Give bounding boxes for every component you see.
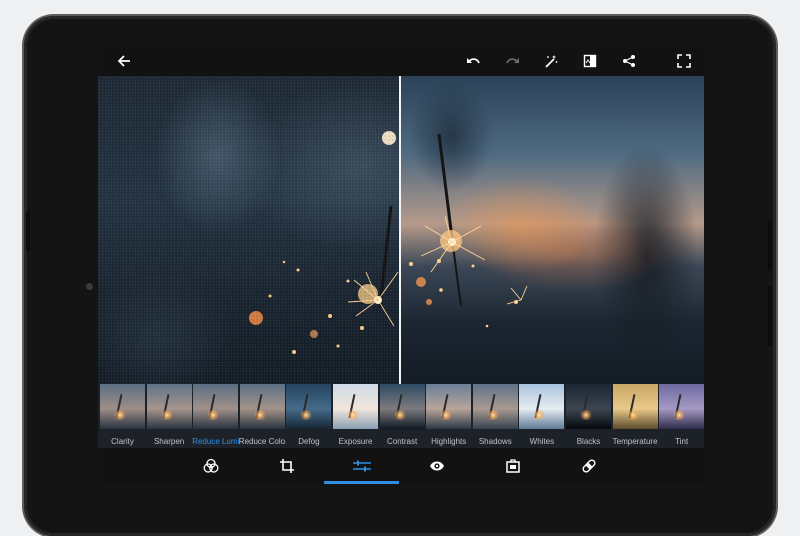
filmstrip-thumb[interactable] [612, 384, 658, 429]
sparkler-glow [159, 410, 174, 420]
sparkler-glow [439, 410, 454, 420]
sparkler-glow [485, 410, 500, 420]
filmstrip-label[interactable]: Tint [658, 437, 704, 446]
filmstrip-label[interactable]: Blacks [565, 437, 612, 446]
filmstrip-thumb[interactable] [426, 384, 472, 429]
sparkler-glow [206, 410, 221, 420]
filmstrip-label[interactable]: Temperature [612, 437, 659, 446]
sparkler-glow [299, 410, 314, 420]
adjustments-filmstrip[interactable]: Clarity Sharpen Reduce Lumin Reduce Colo.. D… [98, 384, 704, 448]
sparkler-glow [625, 410, 640, 420]
filmstrip-thumb[interactable] [239, 384, 285, 429]
filmstrip-thumb[interactable] [519, 384, 565, 429]
filmstrip-thumb[interactable] [146, 384, 192, 429]
sparkler-glow [392, 410, 407, 420]
filmstrip-label[interactable]: Sharpen [146, 437, 193, 446]
filmstrip-thumb[interactable] [472, 384, 518, 429]
filmstrip-label[interactable]: Defog [285, 437, 332, 446]
side-button [768, 286, 772, 346]
filmstrip-thumb[interactable] [100, 384, 145, 429]
filmstrip-thumb[interactable] [566, 384, 611, 429]
crop-icon[interactable] [278, 457, 296, 475]
sparkler-glow [672, 410, 687, 420]
filmstrip-label[interactable]: Whites [518, 437, 565, 446]
filmstrip-thumb[interactable] [379, 384, 425, 429]
fullscreen-icon[interactable] [674, 51, 694, 71]
side-button [26, 211, 30, 251]
bottom-tab-bar [98, 448, 704, 484]
back-arrow-icon[interactable] [114, 51, 134, 71]
app-screen: Clarity Sharpen Reduce Lumin Reduce Colo.. D… [98, 46, 704, 484]
before-image [98, 76, 401, 384]
filmstrip-label[interactable]: Exposure [332, 437, 379, 446]
sparkler-glow [532, 410, 547, 420]
healing-icon[interactable] [580, 457, 598, 475]
photo-preview[interactable] [98, 76, 704, 384]
filmstrip-label[interactable]: Reduce Colo.. [239, 437, 286, 446]
after-image [401, 76, 704, 384]
filmstrip-thumb[interactable] [333, 384, 378, 429]
share-icon[interactable] [619, 51, 639, 71]
filmstrip-label[interactable]: Contrast [379, 437, 426, 446]
sparkler-glow [579, 410, 593, 420]
filmstrip-label[interactable]: Reduce Lumin [192, 437, 239, 446]
adjustments-sliders-icon[interactable] [353, 457, 371, 475]
front-camera [86, 283, 93, 290]
filmstrip-thumb[interactable] [193, 384, 239, 429]
compare-divider-handle[interactable] [399, 76, 401, 384]
sparkler-glow [346, 410, 360, 420]
border-icon[interactable] [504, 457, 522, 475]
looks-icon[interactable] [202, 457, 220, 475]
filmstrip-thumb[interactable] [286, 384, 332, 429]
side-button [768, 221, 772, 271]
red-eye-icon[interactable] [428, 457, 446, 475]
compare-icon[interactable] [580, 51, 600, 71]
sparkler-glow [113, 410, 127, 420]
sparkler-glow [252, 410, 267, 420]
undo-icon[interactable] [463, 51, 483, 71]
filmstrip-label[interactable]: Clarity [99, 437, 146, 446]
top-toolbar [98, 46, 704, 76]
redo-icon[interactable] [503, 51, 523, 71]
filmstrip-label[interactable]: Shadows [472, 437, 519, 446]
magic-wand-icon[interactable] [541, 51, 561, 71]
active-tab-indicator [324, 481, 399, 484]
filmstrip-thumb[interactable] [659, 384, 704, 429]
filmstrip-label[interactable]: Highlights [425, 437, 472, 446]
